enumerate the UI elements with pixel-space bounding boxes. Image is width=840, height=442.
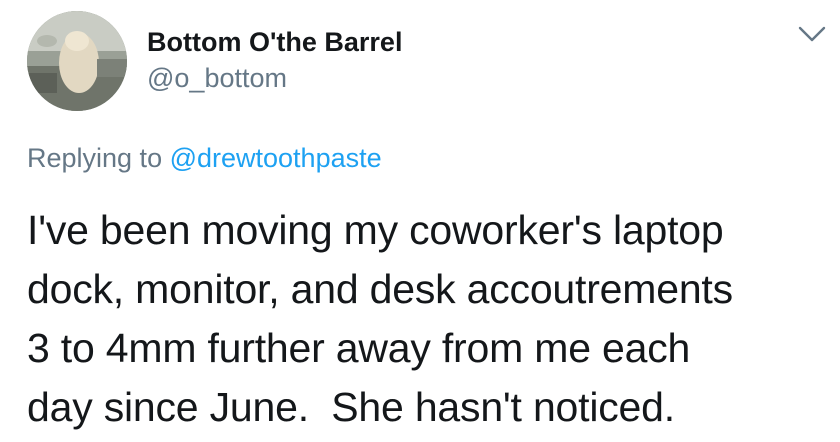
tweet-text: I've been moving my coworker's laptop do… (27, 201, 827, 437)
tweet-text-line: I've been moving my coworker's laptop (27, 207, 724, 253)
reply-mention-link[interactable]: @drewtoothpaste (170, 143, 382, 173)
avatar[interactable] (27, 11, 127, 111)
chevron-down-icon (798, 26, 826, 42)
tweet-card: Bottom O'the Barrel @o_bottom Replying t… (0, 0, 840, 442)
tweet-menu-button[interactable] (796, 22, 828, 46)
replying-to: Replying to @drewtoothpaste (27, 142, 382, 174)
tweet-text-line: 3 to 4mm further away from me each (27, 325, 691, 371)
author-handle[interactable]: @o_bottom (147, 62, 287, 94)
tweet-text-line: day since June. She hasn't noticed. (27, 384, 675, 430)
author-display-name[interactable]: Bottom O'the Barrel (147, 26, 402, 58)
replying-to-label: Replying to (27, 143, 170, 173)
tweet-text-line: dock, monitor, and desk accoutrements (27, 266, 733, 312)
avatar-photo-icon (27, 11, 127, 111)
